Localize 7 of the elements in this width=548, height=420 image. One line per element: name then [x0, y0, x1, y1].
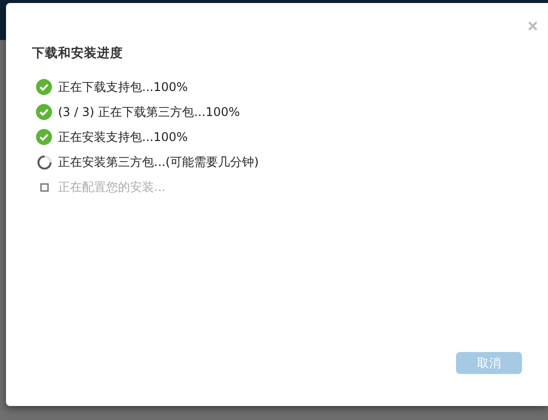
close-button[interactable]: ×: [527, 17, 538, 35]
step-text: 正在配置您的安装...: [58, 178, 166, 196]
step-text: 正在安装支持包...100%: [58, 128, 188, 146]
dialog-title: 下载和安装进度: [32, 45, 124, 62]
step-text: 正在下载支持包...100%: [58, 78, 188, 96]
step-text: 正在安装第三方包...(可能需要几分钟): [58, 154, 259, 170]
step-text: (3 / 3) 正在下载第三方包...100%: [58, 104, 240, 120]
